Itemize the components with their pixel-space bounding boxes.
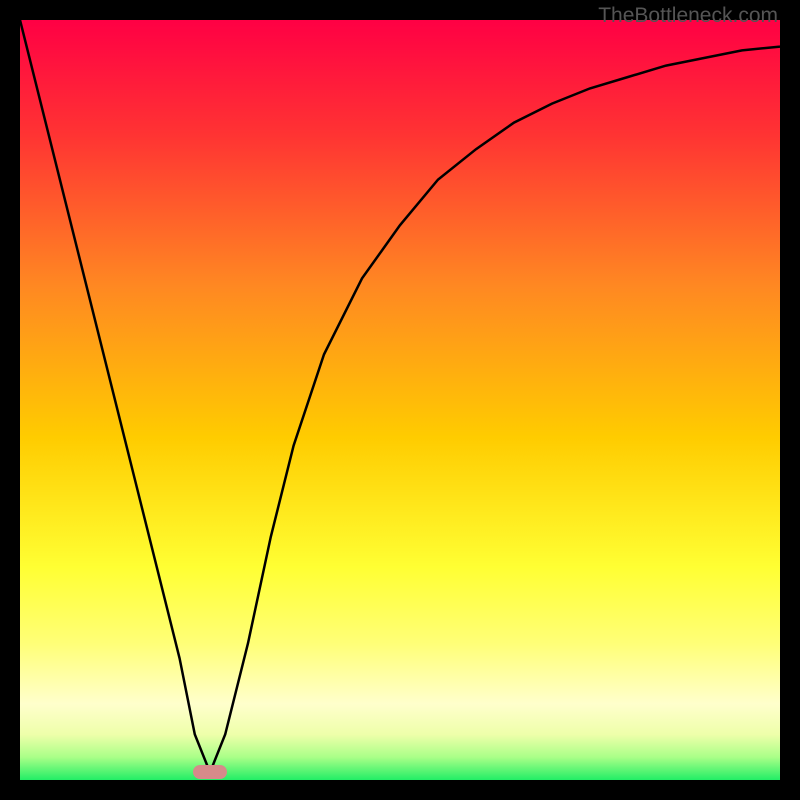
gradient-background bbox=[20, 20, 780, 780]
chart-container bbox=[20, 20, 780, 780]
watermark-text: TheBottleneck.com bbox=[598, 4, 778, 28]
optimal-point-marker bbox=[193, 765, 227, 779]
chart-plot-area bbox=[20, 20, 780, 780]
